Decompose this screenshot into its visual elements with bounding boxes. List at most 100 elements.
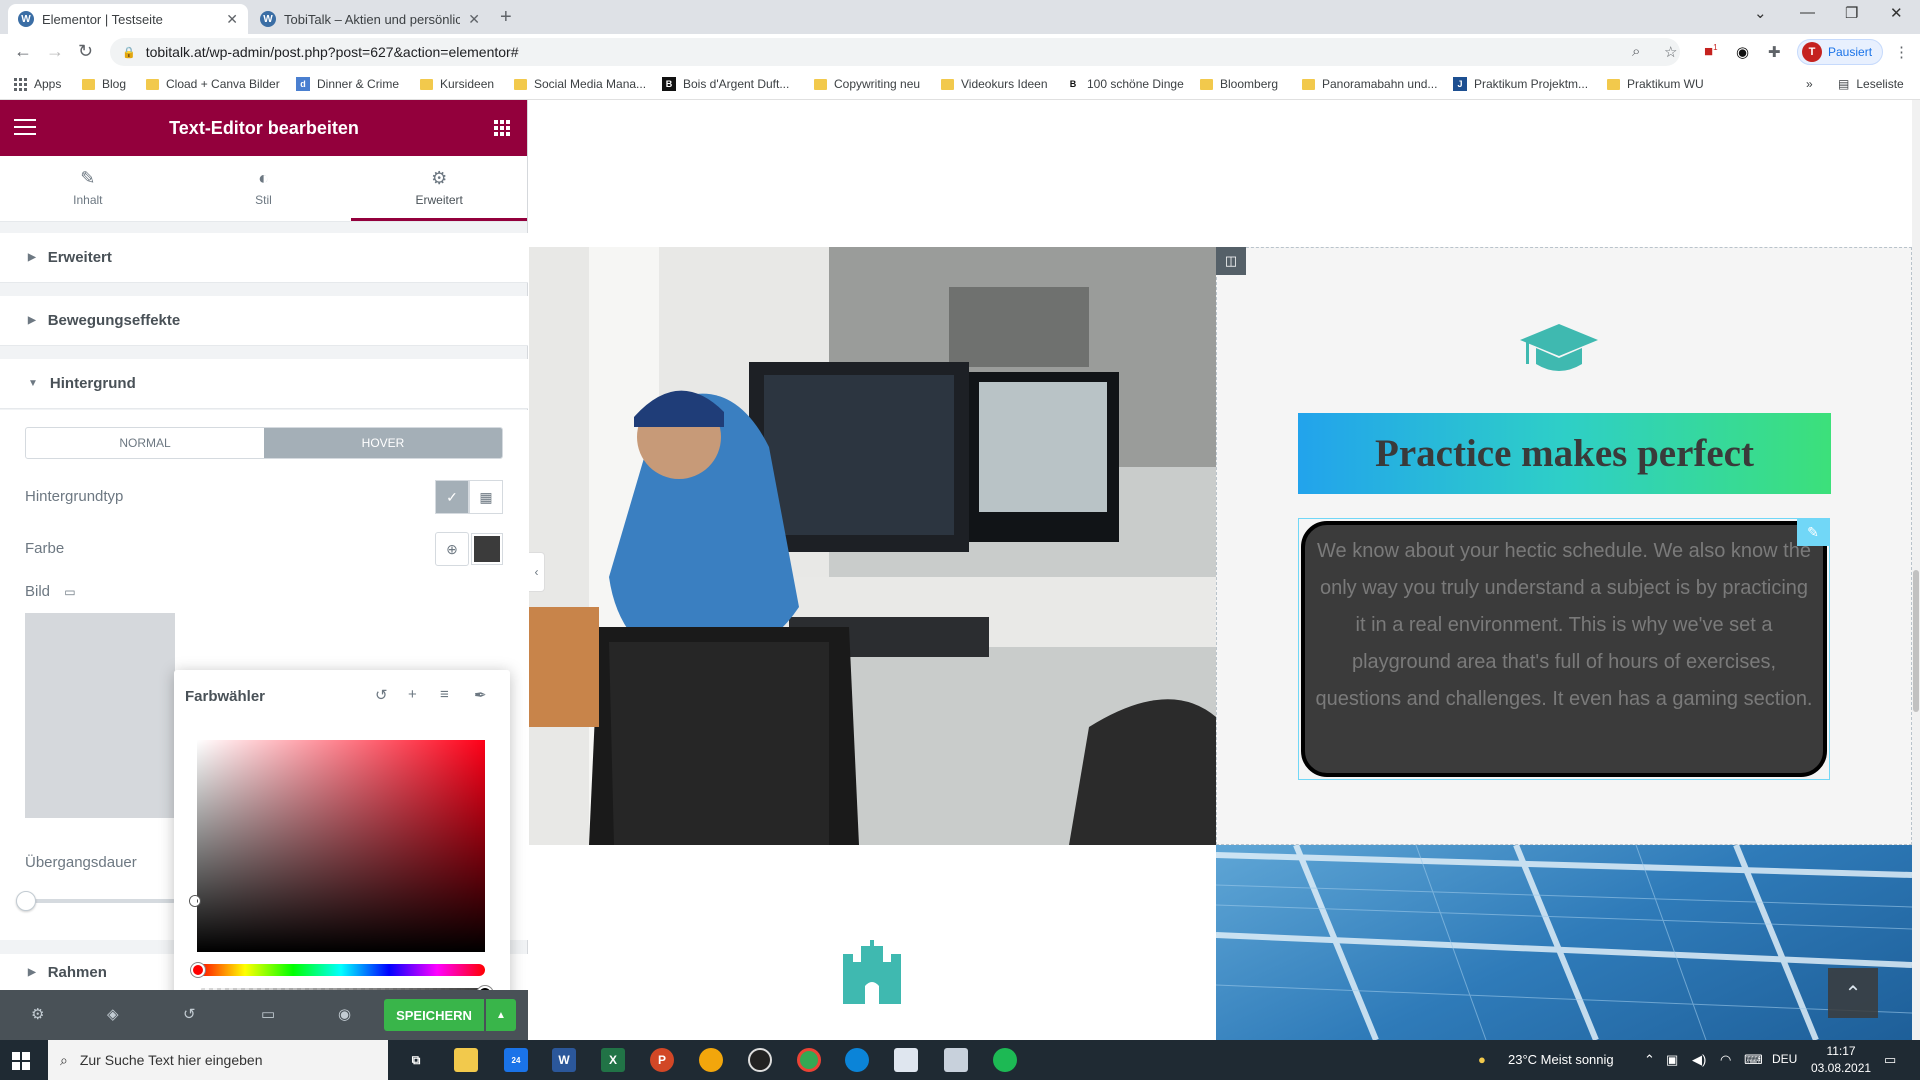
settings-gear-icon[interactable]: ⚙: [31, 1005, 44, 1023]
restore-button[interactable]: ❐: [1845, 4, 1858, 22]
save-button[interactable]: SPEICHERN: [384, 999, 484, 1031]
weather-text[interactable]: 23°C Meist sonnig: [1508, 1052, 1614, 1067]
word-icon[interactable]: W: [552, 1048, 576, 1072]
tab-inhalt[interactable]: ✎ Inhalt: [0, 156, 176, 221]
bookmark-panoramabahn[interactable]: Panoramabahn und...: [1302, 77, 1437, 91]
practice-headline[interactable]: Practice makes perfect: [1298, 413, 1831, 494]
notepad-icon[interactable]: [944, 1048, 968, 1072]
bookmark-apps[interactable]: Apps: [14, 77, 61, 91]
zoom-icon[interactable]: ⌕: [1632, 43, 1640, 60]
taskbar-search[interactable]: ⌕ Zur Suche Text hier eingeben: [48, 1040, 388, 1080]
powerpoint-icon[interactable]: P: [650, 1048, 674, 1072]
edge-icon[interactable]: [845, 1048, 869, 1072]
bg-type-gradient-icon[interactable]: ▦: [469, 480, 503, 514]
preview-eye-icon[interactable]: ◉: [338, 1005, 351, 1023]
tab-elementor[interactable]: W Elementor | Testseite ✕: [8, 4, 248, 34]
spotify-icon[interactable]: [993, 1048, 1017, 1072]
transition-slider-knob[interactable]: [16, 891, 36, 911]
chrome-icon[interactable]: [797, 1048, 821, 1072]
bookmark-dinner-crime[interactable]: d Dinner & Crime: [296, 77, 399, 91]
weather-sun-icon[interactable]: ●: [1478, 1052, 1486, 1067]
network-icon[interactable]: ▣: [1666, 1052, 1678, 1068]
new-tab-button[interactable]: +: [500, 6, 512, 29]
bookmark-bois-dargent[interactable]: B Bois d'Argent Duft...: [662, 77, 789, 91]
transition-slider-track[interactable]: [25, 899, 175, 903]
tab-stil[interactable]: ◐ Stil: [176, 156, 352, 221]
volume-icon[interactable]: ◀): [1692, 1052, 1706, 1068]
bookmark-cload-canva[interactable]: Cload + Canva Bilder: [146, 77, 280, 91]
navigator-layers-icon[interactable]: ◈: [107, 1005, 119, 1023]
grammarly-icon[interactable]: ◉: [1736, 43, 1749, 61]
section-bewegungseffekte[interactable]: ▶ Bewegungseffekte: [0, 296, 528, 346]
obs-icon[interactable]: [748, 1048, 772, 1072]
profile-button[interactable]: T Pausiert: [1797, 39, 1884, 65]
bookmark-praktikum-wu[interactable]: Praktikum WU: [1607, 77, 1704, 91]
tab-tobitalk[interactable]: W TobiTalk – Aktien und persönliche ✕: [250, 4, 490, 34]
bookmark-blog[interactable]: Blog: [82, 77, 126, 91]
minimize-button[interactable]: —: [1800, 4, 1815, 21]
bookmark-copywriting[interactable]: Copywriting neu: [814, 77, 920, 91]
back-icon[interactable]: ←: [14, 41, 32, 62]
text-editor-widget[interactable]: We know about your hectic schedule. We a…: [1298, 518, 1830, 780]
desktop-device-icon[interactable]: ▭: [64, 585, 75, 599]
bookmark-100-dinge[interactable]: B 100 schöne Dinge: [1066, 77, 1184, 91]
close-tab-icon[interactable]: ✕: [468, 11, 480, 28]
address-bar[interactable]: 🔒 tobitalk.at/wp-admin/post.php?post=627…: [110, 38, 1680, 66]
windows-start-icon[interactable]: [12, 1052, 30, 1070]
wifi-icon[interactable]: ◠: [1720, 1052, 1731, 1068]
color-swatch[interactable]: [472, 534, 502, 564]
saturation-cursor[interactable]: [190, 896, 200, 906]
history-icon[interactable]: ↺: [183, 1005, 196, 1023]
forward-icon[interactable]: →: [46, 41, 64, 62]
widget-edit-pencil-icon[interactable]: ✎: [1797, 518, 1829, 546]
close-tab-icon[interactable]: ✕: [226, 11, 238, 28]
close-window-button[interactable]: ✕: [1890, 4, 1903, 22]
keyboard-icon[interactable]: ⌨: [1744, 1052, 1763, 1068]
state-hover-tab[interactable]: HOVER: [264, 428, 502, 458]
add-global-color-icon[interactable]: +: [408, 686, 417, 703]
notifications-icon[interactable]: ▭: [1884, 1052, 1896, 1068]
text-editor-body[interactable]: We know about your hectic schedule. We a…: [1301, 521, 1827, 777]
excel-icon[interactable]: X: [601, 1048, 625, 1072]
widgets-grid-icon[interactable]: [494, 120, 510, 136]
bookmark-star-icon[interactable]: ☆: [1664, 43, 1677, 61]
app-window-icon[interactable]: [894, 1048, 918, 1072]
responsive-mode-icon[interactable]: ▭: [261, 1005, 275, 1023]
bookmark-bloomberg[interactable]: Bloomberg: [1200, 77, 1278, 91]
reset-icon[interactable]: ↺: [375, 686, 388, 704]
global-colors-list-icon[interactable]: ≡: [440, 686, 449, 703]
bookmark-videokurs[interactable]: Videokurs Ideen: [941, 77, 1048, 91]
language-indicator[interactable]: DEU: [1772, 1052, 1797, 1066]
hue-knob[interactable]: [191, 963, 205, 977]
collapse-panel-icon[interactable]: ‹: [529, 552, 545, 592]
more-bookmarks-button[interactable]: »: [1806, 77, 1813, 91]
mail-icon[interactable]: 24: [504, 1048, 528, 1072]
save-options-caret-icon[interactable]: ▲: [486, 999, 516, 1031]
bg-type-classic-icon[interactable]: ✓: [435, 480, 469, 514]
kebab-menu-icon[interactable]: ⋮: [1894, 43, 1909, 61]
tab-search-icon[interactable]: ⌄: [1754, 4, 1767, 22]
reading-list-button[interactable]: ▤ Leseliste: [1838, 77, 1904, 91]
section-erweitert[interactable]: ▶ Erweitert: [0, 233, 528, 283]
image-dropzone[interactable]: [25, 613, 175, 818]
eyedropper-icon[interactable]: ✒: [474, 686, 487, 704]
app-icon[interactable]: [699, 1048, 723, 1072]
extension-icon[interactable]: ■1: [1704, 43, 1718, 60]
scroll-to-top-button[interactable]: ⌃: [1828, 968, 1878, 1018]
tab-erweitert[interactable]: ⚙ Erweitert: [351, 156, 528, 221]
column-edit-handle-icon[interactable]: ◫: [1216, 247, 1246, 275]
clock[interactable]: 11:17 03.08.2021: [1811, 1043, 1871, 1077]
saturation-area[interactable]: [197, 740, 485, 952]
state-normal-tab[interactable]: NORMAL: [26, 428, 264, 458]
bookmark-kursideen[interactable]: Kursideen: [420, 77, 494, 91]
file-explorer-icon[interactable]: [454, 1048, 478, 1072]
hue-slider[interactable]: [197, 964, 485, 976]
tray-chevron-icon[interactable]: ⌃: [1644, 1052, 1655, 1068]
task-view-icon[interactable]: ⧉: [404, 1048, 428, 1072]
bookmark-praktikum-projekt[interactable]: J Praktikum Projektm...: [1453, 77, 1588, 91]
bookmark-social-media[interactable]: Social Media Mana...: [514, 77, 646, 91]
section-hintergrund[interactable]: ▼ Hintergrund: [0, 359, 528, 409]
vertical-scrollbar[interactable]: [1912, 100, 1920, 1040]
scrollbar-thumb[interactable]: [1913, 570, 1919, 712]
reload-icon[interactable]: ↻: [78, 41, 93, 62]
